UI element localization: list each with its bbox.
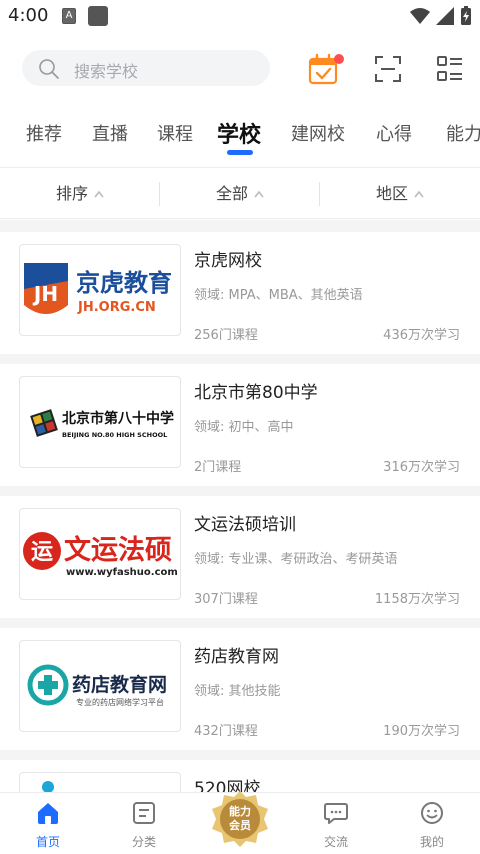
school-field: 领域: 其他技能 — [194, 684, 281, 699]
notification-a-icon: A — [62, 8, 76, 24]
filter-sort[interactable]: 排序 — [0, 168, 160, 220]
logo-title: 北京市第八十中学 — [62, 410, 174, 427]
school-field: 领域: 初中、高中 — [194, 420, 294, 435]
logo-sub: www.wyfashuo.com — [66, 567, 178, 578]
search-icon — [39, 59, 59, 79]
learner-count: 436万次学习 — [383, 328, 460, 343]
menu-grid-icon[interactable] — [437, 56, 463, 82]
school-logo: JH 京虎教育 JH.ORG.CN — [19, 244, 181, 336]
school-logo: 药店教育网 专业的药店网络学习平台 — [19, 640, 181, 732]
tab-recommend[interactable]: 推荐 — [26, 120, 62, 146]
nav-chat[interactable]: 交流 — [288, 793, 384, 854]
logo-sub: 专业的药店网络学习平台 — [76, 697, 164, 707]
school-field: 领域: MPA、MBA、其他英语 — [194, 288, 363, 303]
calendar-checkin-icon[interactable] — [308, 53, 344, 85]
search-placeholder: 搜索学校 — [74, 62, 139, 81]
school-logo: 北京市第八十中学 BEIJING NO.80 HIGH SCHOOL — [19, 376, 181, 468]
chat-icon — [324, 803, 348, 824]
logo-sub: JH.ORG.CN — [77, 300, 156, 315]
filter-sort-label: 排序 — [55, 184, 88, 203]
wifi-icon — [410, 8, 430, 24]
tab-build-school[interactable]: 建网校 — [291, 120, 345, 146]
tab-live[interactable]: 直播 — [92, 120, 128, 146]
nav-chat-label: 交流 — [323, 835, 348, 849]
caret-up-icon — [254, 191, 264, 198]
home-icon — [38, 803, 58, 824]
logo-title: 文运法硕 — [64, 534, 172, 566]
caret-up-icon — [414, 191, 424, 198]
school-logo: 运 文运法硕 www.wyfashuo.com — [19, 508, 181, 600]
logo-sub: BEIJING NO.80 HIGH SCHOOL — [62, 431, 167, 439]
course-count: 2门课程 — [194, 460, 242, 475]
tab-courses[interactable]: 课程 — [157, 120, 193, 146]
status-time: 4:00 — [8, 5, 49, 26]
filter-all-label: 全部 — [215, 184, 248, 203]
tab-school[interactable]: 学校 — [217, 117, 261, 149]
vip-badge-bottom: 会员 — [229, 818, 251, 832]
nav-category[interactable]: 分类 — [96, 793, 192, 854]
filter-all[interactable]: 全部 — [160, 168, 320, 220]
search-row: 搜索学校 — [0, 50, 480, 86]
search-input[interactable]: 搜索学校 — [22, 50, 270, 86]
school-name: 北京市第80中学 — [194, 383, 318, 403]
school-card[interactable]: 药店教育网 专业的药店网络学习平台 药店教育网 领域: 其他技能 432门课程 … — [0, 628, 480, 750]
filter-bar: 排序 全部 地区 — [0, 167, 480, 219]
profile-icon — [421, 802, 443, 824]
learner-count: 190万次学习 — [383, 724, 460, 739]
filter-region-label: 地区 — [375, 184, 408, 203]
nav-home[interactable]: 首页 — [0, 793, 96, 854]
tab-ability[interactable]: 能力 — [446, 120, 480, 146]
signal-icon — [436, 7, 454, 25]
battery-icon — [461, 6, 471, 25]
school-name: 药店教育网 — [194, 647, 279, 667]
scan-icon[interactable] — [375, 56, 401, 82]
filter-region[interactable]: 地区 — [320, 168, 480, 220]
logo-mark: 运 — [31, 540, 53, 565]
logo-title: 京虎教育 — [76, 269, 172, 297]
vip-badge-icon: 能力 会员 — [212, 791, 268, 847]
nav-category-label: 分类 — [131, 835, 156, 849]
bottom-nav: 首页 分类 能力 会员 交流 我的 — [0, 791, 480, 854]
nav-profile[interactable]: 我的 — [384, 793, 480, 854]
school-logo — [19, 772, 181, 792]
active-tab-indicator — [227, 150, 253, 155]
school-card[interactable]: 运 文运法硕 www.wyfashuo.com 文运法硕培训 领域: 专业课、考… — [0, 496, 480, 618]
logo-mark: JH — [32, 282, 58, 306]
caret-up-icon — [94, 191, 104, 198]
notification-square-icon — [88, 6, 108, 26]
course-count: 256门课程 — [194, 328, 258, 343]
tab-experience[interactable]: 心得 — [376, 120, 412, 146]
category-tabs: 推荐 直播 课程 学校 建网校 心得 能力 — [0, 110, 480, 160]
category-icon — [133, 802, 155, 824]
learner-count: 1158万次学习 — [374, 592, 460, 607]
nav-home-label: 首页 — [35, 835, 60, 849]
school-list: JH 京虎教育 JH.ORG.CN 京虎网校 领域: MPA、MBA、其他英语 … — [0, 220, 480, 792]
course-count: 307门课程 — [194, 592, 258, 607]
school-name: 京虎网校 — [194, 251, 262, 271]
school-card[interactable]: 北京市第八十中学 BEIJING NO.80 HIGH SCHOOL 北京市第8… — [0, 364, 480, 486]
school-field: 领域: 专业课、考研政治、考研英语 — [194, 552, 398, 567]
school-card[interactable]: JH 京虎教育 JH.ORG.CN 京虎网校 领域: MPA、MBA、其他英语 … — [0, 232, 480, 354]
school-name: 文运法硕培训 — [194, 515, 296, 535]
learner-count: 316万次学习 — [383, 460, 460, 475]
vip-badge-top: 能力 — [229, 804, 251, 818]
nav-vip-member[interactable]: 能力 会员 — [206, 787, 274, 847]
nav-profile-label: 我的 — [419, 835, 444, 849]
course-count: 432门课程 — [194, 724, 258, 739]
status-bar: 4:00 A — [0, 0, 480, 34]
logo-title: 药店教育网 — [72, 673, 167, 696]
